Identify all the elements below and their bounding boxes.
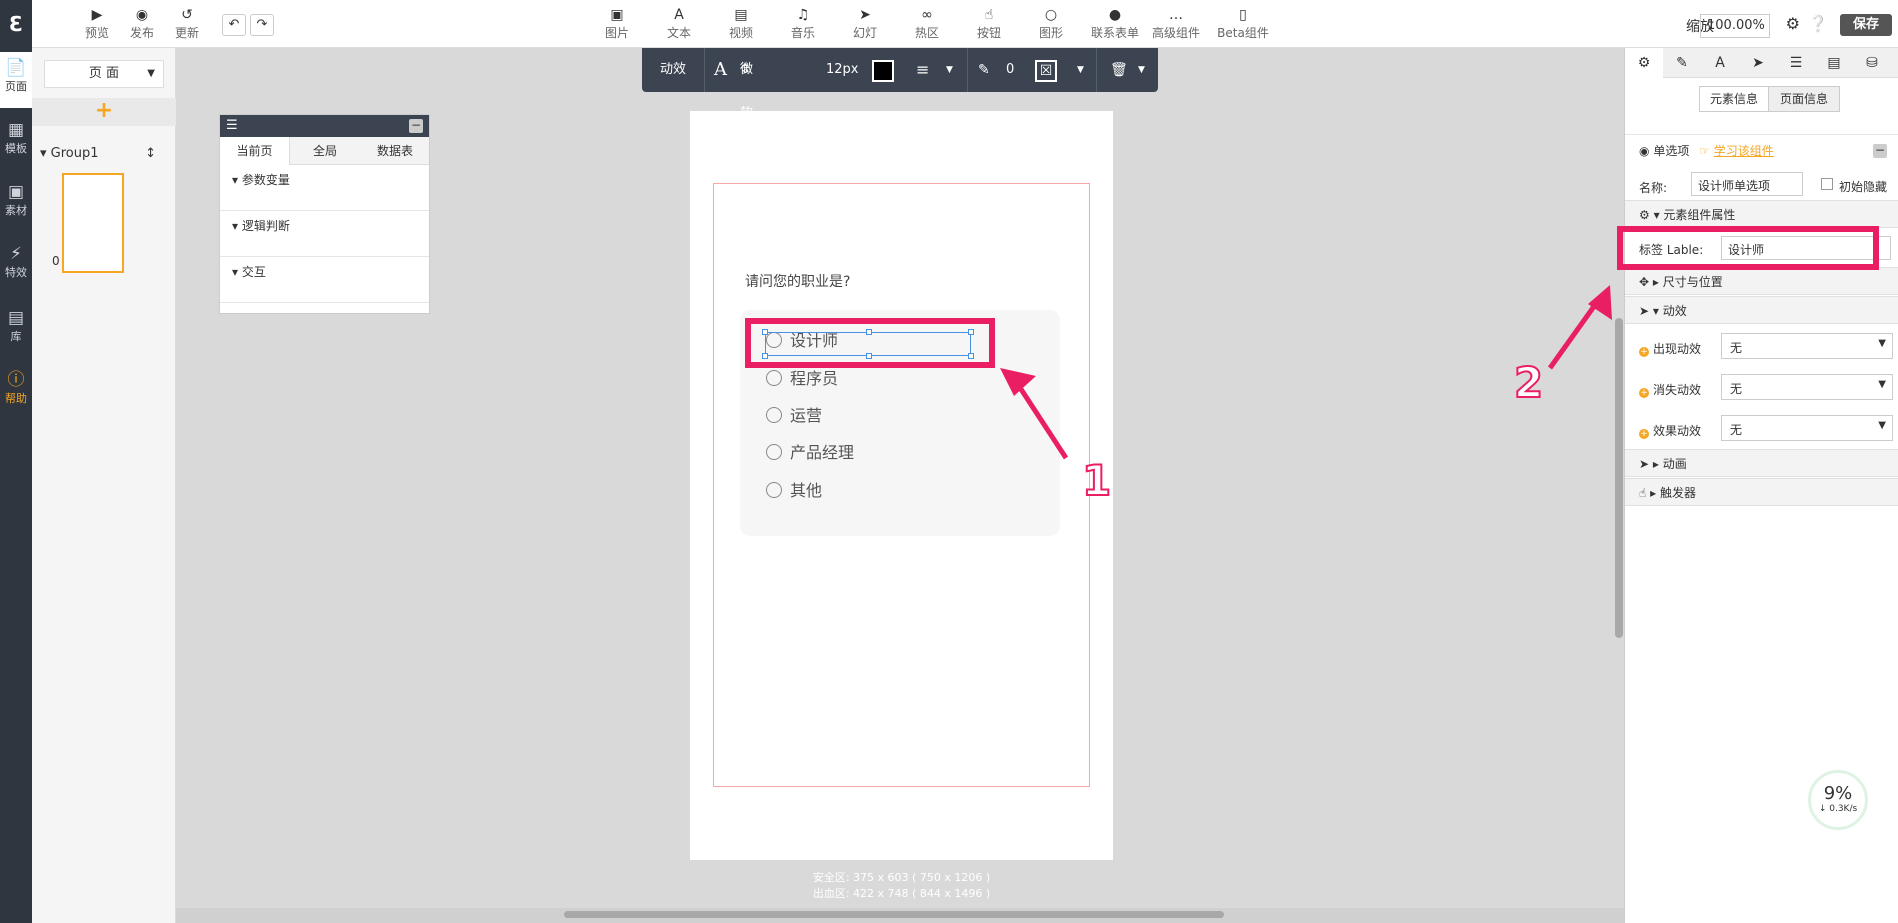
name-row: 名称: 设计师单选项 初始隐藏	[1625, 172, 1898, 202]
appear-label: 出现动效	[1653, 342, 1702, 356]
appear-effect-row: + 出现动效 无 ▼	[1625, 333, 1898, 363]
section-label: 动效	[1662, 304, 1687, 318]
effect-label: 效果动效	[1653, 424, 1702, 438]
section-element-attrs[interactable]: ⚙ ▾ 元素组件属性	[1625, 200, 1898, 228]
name-label: 名称:	[1639, 181, 1668, 195]
network-speed-widget[interactable]: 9% ↓ 0.3K/s	[1808, 770, 1868, 830]
gear-icon[interactable]: ⚙	[1625, 48, 1663, 78]
select-value: 无	[1730, 382, 1743, 396]
section-label: 元素组件属性	[1663, 208, 1736, 222]
disappear-effect-row: + 消失动效 无 ▼	[1625, 374, 1898, 404]
component-type: 单选项	[1653, 144, 1690, 158]
speed-rate: ↓ 0.3K/s	[1818, 804, 1858, 814]
highlight-box-label	[1617, 226, 1879, 270]
section-label: 动画	[1662, 457, 1687, 471]
section-effects[interactable]: ➤ ▾ 动效	[1625, 296, 1898, 324]
emphasis-effect-row: + 效果动效 无 ▼	[1625, 415, 1898, 445]
properties-tabs: ⚙ ✎ A ➤ ☰ ▤ ⛁	[1625, 48, 1898, 78]
send-icon[interactable]: ➤	[1739, 48, 1777, 78]
annotation-number-2: 2	[1513, 357, 1544, 408]
section-animation[interactable]: ➤ ▸ 动画	[1625, 449, 1898, 477]
document-icon[interactable]: ▤	[1815, 48, 1853, 78]
caret-down-icon: ▼	[1878, 338, 1886, 349]
tab-page-info[interactable]: 页面信息	[1768, 86, 1840, 112]
info-dot-icon: +	[1639, 347, 1649, 357]
name-input[interactable]: 设计师单选项	[1691, 172, 1803, 196]
pen-icon[interactable]: ✎	[1663, 48, 1701, 78]
rate-value: 0.3K/s	[1829, 804, 1858, 814]
disappear-label: 消失动效	[1653, 383, 1702, 397]
collapse-icon[interactable]: −	[1873, 144, 1887, 158]
thumbs-up-icon: ☞	[1699, 144, 1710, 158]
section-size-position[interactable]: ✥ ▸ 尺寸与位置	[1625, 267, 1898, 295]
annotation-number-1: 1	[1081, 455, 1112, 506]
section-label: 触发器	[1659, 486, 1696, 500]
list-icon[interactable]: ☰	[1777, 48, 1815, 78]
learn-component-link[interactable]: 学习该组件	[1714, 144, 1774, 158]
section-trigger[interactable]: ☝ ▸ 触发器	[1625, 478, 1898, 506]
init-hidden-checkbox[interactable]	[1821, 178, 1833, 190]
caret-down-icon: ▼	[1878, 420, 1886, 431]
disappear-effect-select[interactable]: 无 ▼	[1721, 374, 1893, 400]
select-value: 无	[1730, 423, 1743, 437]
info-dot-icon: +	[1639, 429, 1649, 439]
radio-dot-icon: ◉	[1639, 144, 1650, 158]
info-dot-icon: +	[1639, 388, 1649, 398]
database-icon[interactable]: ⛁	[1853, 48, 1891, 78]
annotation-arrows	[1000, 285, 1612, 460]
caret-down-icon: ▼	[1878, 379, 1886, 390]
speed-percent: 9%	[1823, 783, 1853, 804]
section-label: 尺寸与位置	[1662, 275, 1723, 289]
text-icon[interactable]: A	[1701, 48, 1739, 78]
select-value: 无	[1730, 341, 1743, 355]
tab-element-info[interactable]: 元素信息	[1699, 86, 1769, 112]
appear-effect-select[interactable]: 无 ▼	[1721, 333, 1893, 359]
init-hidden-label: 初始隐藏	[1839, 180, 1888, 194]
component-type-row: ◉ 单选项 ☞ 学习该组件 −	[1625, 134, 1898, 168]
emphasis-effect-select[interactable]: 无 ▼	[1721, 415, 1893, 441]
